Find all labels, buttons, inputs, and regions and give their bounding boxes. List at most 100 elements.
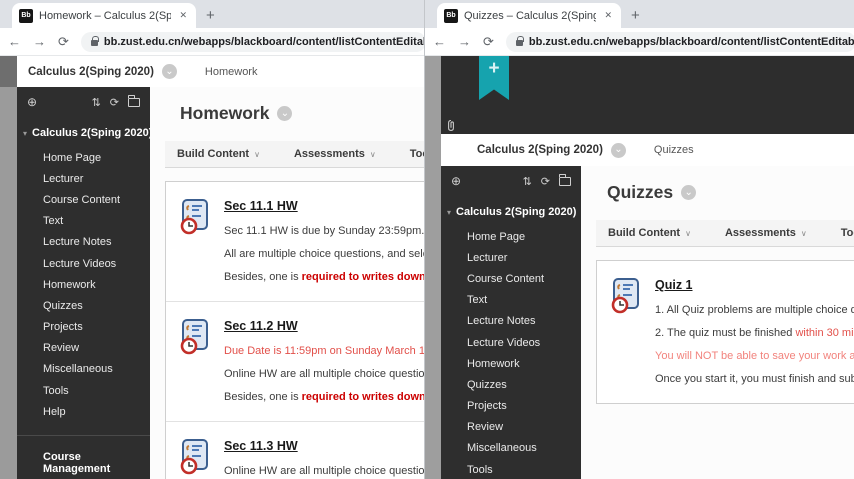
assessment-clock-icon xyxy=(178,439,212,475)
reload-icon[interactable]: ⟳ xyxy=(483,35,494,48)
sidebar-item-projects[interactable]: Projects xyxy=(17,317,150,338)
breadcrumb: Calculus 2(Sping 2020) ⌄ Homework xyxy=(17,56,424,87)
tools-button[interactable]: Tools ∨ xyxy=(410,148,424,160)
assessments-button[interactable]: Assessments ∨ xyxy=(294,148,376,160)
refresh-icon[interactable]: ⟳ xyxy=(541,175,550,188)
sidebar-item-lecture-notes[interactable]: Lecture Notes xyxy=(441,311,581,332)
folder-view-icon[interactable] xyxy=(559,177,571,186)
collapse-caret-icon[interactable]: ▾ xyxy=(23,129,27,138)
refresh-icon[interactable]: ⟳ xyxy=(110,96,119,109)
course-menu-sidebar: ⊕ ⇅ ⟳ ▾ Calculus 2(Sping 2020) Home Page… xyxy=(17,87,150,479)
sidebar-course-name[interactable]: Calculus 2(Sping 2020) xyxy=(456,206,576,218)
sidebar-item-lecturer[interactable]: Lecturer xyxy=(441,247,581,268)
sidebar-item-lecturer[interactable]: Lecturer xyxy=(17,168,150,189)
build-content-label: Build Content xyxy=(608,227,680,239)
tab-bar: Bb Quizzes – Calculus 2(Sping 20 ✕ + xyxy=(425,0,854,28)
close-tab-icon[interactable]: ✕ xyxy=(602,8,614,23)
sidebar-item-projects[interactable]: Projects xyxy=(441,396,581,417)
sidebar-item-tools[interactable]: Tools xyxy=(441,459,581,479)
sidebar-item-course-content[interactable]: Course Content xyxy=(441,268,581,289)
build-content-button[interactable]: Build Content ∨ xyxy=(608,227,691,239)
sidebar-section-control-panel[interactable]: ▾ Control Panel xyxy=(17,475,150,479)
content-item-link[interactable]: Quiz 1 xyxy=(655,278,693,292)
sidebar-item-course-content[interactable]: Course Content xyxy=(17,189,150,210)
blackboard-favicon-icon: Bb xyxy=(19,9,33,23)
chevron-down-icon[interactable]: ⌄ xyxy=(277,106,292,121)
content-item-sec-11-2: Sec 11.2 HW Due Date is 11:59pm on Sunda… xyxy=(166,301,424,421)
breadcrumb-course-link[interactable]: Calculus 2(Sping 2020) xyxy=(28,66,154,78)
assessments-label: Assessments xyxy=(725,227,796,239)
browser-window-homework: Bb Homework – Calculus 2(Sping ✕ + ← → ⟳… xyxy=(0,0,424,479)
sidebar-item-quizzes[interactable]: Quizzes xyxy=(441,374,581,395)
page-edge-strip xyxy=(425,56,441,479)
sidebar-item-lecture-notes[interactable]: Lecture Notes xyxy=(17,232,150,253)
tab-homework[interactable]: Bb Homework – Calculus 2(Sping ✕ xyxy=(12,3,196,28)
content-main: Quizzes ⌄ Build Content ∨ Assessments ∨ … xyxy=(581,166,854,479)
add-menu-item-icon[interactable]: ⊕ xyxy=(27,95,37,109)
tools-button[interactable]: Tools ∨ xyxy=(841,227,854,239)
sidebar-course-name[interactable]: Calculus 2(Sping 2020) xyxy=(32,127,150,139)
assessments-button[interactable]: Assessments ∨ xyxy=(725,227,807,239)
sidebar-item-lecture-videos[interactable]: Lecture Videos xyxy=(17,253,150,274)
line-warning: within 30 min i xyxy=(795,327,854,339)
sidebar-item-help[interactable]: Help xyxy=(17,401,150,422)
content-line: Online HW are all multiple choice questi… xyxy=(224,460,424,479)
sidebar-item-homework[interactable]: Homework xyxy=(441,353,581,374)
sidebar-item-review[interactable]: Review xyxy=(17,338,150,359)
assessment-clock-icon xyxy=(178,199,212,235)
forward-icon[interactable]: → xyxy=(33,35,46,48)
collapse-caret-icon[interactable]: ▾ xyxy=(447,208,451,217)
new-tab-button[interactable]: + xyxy=(631,7,640,24)
back-icon[interactable]: ← xyxy=(433,35,446,48)
course-menu-list: Home Page Lecturer Course Content Text L… xyxy=(441,226,581,479)
sidebar-item-text[interactable]: Text xyxy=(441,290,581,311)
add-menu-item-icon[interactable]: ⊕ xyxy=(451,174,461,188)
close-tab-icon[interactable]: ✕ xyxy=(177,8,189,23)
content-item-link[interactable]: Sec 11.3 HW xyxy=(224,439,298,453)
assessment-clock-icon xyxy=(178,319,212,355)
sidebar-item-lecture-videos[interactable]: Lecture Videos xyxy=(441,332,581,353)
content-item-link[interactable]: Sec 11.1 HW xyxy=(224,199,298,213)
sidebar-item-miscellaneous[interactable]: Miscellaneous xyxy=(17,359,150,380)
add-bookmark-button[interactable]: + xyxy=(479,56,509,100)
sidebar-item-homework[interactable]: Homework xyxy=(17,274,150,295)
blackboard-favicon-icon: Bb xyxy=(444,9,458,23)
breadcrumb: Calculus 2(Sping 2020) ⌄ Quizzes xyxy=(441,134,854,166)
sidebar-course-header: ▾ Calculus 2(Sping 2020) xyxy=(441,196,581,223)
sidebar-section-course-management[interactable]: Course Management xyxy=(17,436,150,475)
sidebar-item-home-page[interactable]: Home Page xyxy=(17,147,150,168)
content-item-sec-11-3: Sec 11.3 HW Online HW are all multiple c… xyxy=(166,421,424,479)
content-line: Besides, one is required to writes down … xyxy=(224,386,424,409)
content-item-body: Sec 11.1 HW Sec 11.1 HW is due by Sunday… xyxy=(224,197,424,289)
sidebar-item-quizzes[interactable]: Quizzes xyxy=(17,295,150,316)
content-list: Sec 11.1 HW Sec 11.1 HW is due by Sunday… xyxy=(165,181,424,479)
chevron-down-icon: ∨ xyxy=(685,229,691,238)
plus-icon: + xyxy=(488,58,499,100)
address-bar[interactable]: bb.zust.edu.cn/webapps/blackboard/conten… xyxy=(506,32,854,52)
build-content-button[interactable]: Build Content ∨ xyxy=(177,148,260,160)
sidebar-item-text[interactable]: Text xyxy=(17,211,150,232)
blackboard-page-quizzes: + Calculus 2(Sping 2020) ⌄ Quizzes ⊕ ⇅ ⟳ xyxy=(425,56,854,479)
browser-toolbar: ← → ⟳ bb.zust.edu.cn/webapps/blackboard/… xyxy=(0,28,424,56)
content-list: Quiz 1 1. All Quiz problems are multiple… xyxy=(596,260,854,404)
chevron-down-icon[interactable]: ⌄ xyxy=(681,185,696,200)
new-tab-button[interactable]: + xyxy=(206,7,215,24)
chevron-down-icon[interactable]: ⌄ xyxy=(611,143,626,158)
breadcrumb-course-link[interactable]: Calculus 2(Sping 2020) xyxy=(477,144,603,156)
tab-quizzes[interactable]: Bb Quizzes – Calculus 2(Sping 20 ✕ xyxy=(437,3,621,28)
sidebar-item-review[interactable]: Review xyxy=(441,417,581,438)
sidebar-item-miscellaneous[interactable]: Miscellaneous xyxy=(441,438,581,459)
reload-icon[interactable]: ⟳ xyxy=(58,35,69,48)
address-bar[interactable]: bb.zust.edu.cn/webapps/blackboard/conten… xyxy=(81,32,424,52)
content-item-link[interactable]: Sec 11.2 HW xyxy=(224,319,298,333)
sidebar-course-header: ▾ Calculus 2(Sping 2020) xyxy=(17,117,150,144)
reorder-icon[interactable]: ⇅ xyxy=(523,175,532,188)
sidebar-item-home-page[interactable]: Home Page xyxy=(441,226,581,247)
chevron-down-icon: ∨ xyxy=(370,150,376,159)
back-icon[interactable]: ← xyxy=(8,35,21,48)
chevron-down-icon[interactable]: ⌄ xyxy=(162,64,177,79)
reorder-icon[interactable]: ⇅ xyxy=(92,96,101,109)
folder-view-icon[interactable] xyxy=(128,98,140,107)
forward-icon[interactable]: → xyxy=(458,35,471,48)
sidebar-item-tools[interactable]: Tools xyxy=(17,380,150,401)
